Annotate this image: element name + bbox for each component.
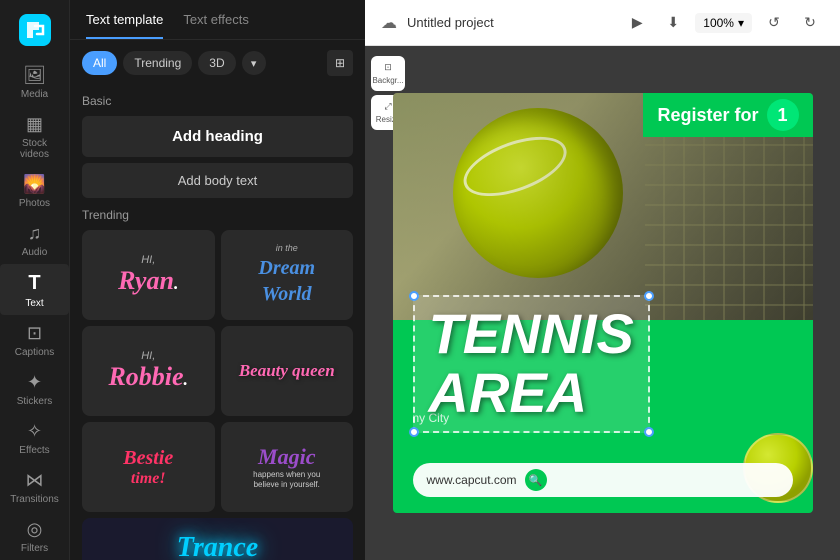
header-bar: Register for 1	[643, 93, 812, 137]
zoom-chevron-icon: ▾	[738, 16, 744, 30]
trending-item-hi-ryan[interactable]: HI, Ryan.	[82, 230, 215, 320]
trance-label: Trance	[177, 532, 258, 560]
sidebar-item-transitions[interactable]: ⋈ Transitions	[0, 462, 69, 511]
url-text: www.capcut.com	[427, 473, 517, 487]
undo-button[interactable]: ↺	[760, 9, 788, 37]
sidebar-label-media: Media	[21, 89, 48, 100]
transitions-icon: ⋈	[26, 470, 44, 491]
filter-more-button[interactable]: ▾	[242, 51, 266, 75]
zoom-value: 100%	[703, 16, 734, 30]
project-title: Untitled project	[407, 15, 613, 30]
background-icon: ⊡	[384, 62, 392, 73]
trending-item-trance[interactable]: Trance	[82, 518, 353, 560]
audio-icon: ♫	[28, 223, 42, 244]
panel-tabs: Text template Text effects	[70, 0, 365, 40]
sidebar-item-text[interactable]: T Text	[0, 264, 69, 315]
tab-text-effects[interactable]: Text effects	[183, 12, 249, 39]
export-button[interactable]: ⬇	[659, 9, 687, 37]
photos-icon: 🌄	[23, 174, 45, 195]
sidebar-label-filters: Filters	[21, 543, 48, 554]
sidebar-item-stock-videos[interactable]: ▦ Stockvideos	[0, 106, 69, 166]
background-tool[interactable]: ⊡ Backgr...	[371, 56, 405, 91]
url-bar-area: www.capcut.com 🔍	[413, 463, 793, 497]
sidebar-label-photos: Photos	[19, 198, 50, 209]
play-button[interactable]: ▶	[623, 9, 651, 37]
cloud-icon: ☁	[381, 13, 397, 33]
sidebar-item-photos[interactable]: 🌄 Photos	[0, 166, 69, 215]
trending-grid: HI, Ryan. in the Dream World HI,	[82, 230, 353, 512]
filter-3d[interactable]: 3D	[198, 51, 235, 75]
add-heading-button[interactable]: Add heading	[82, 116, 353, 157]
handle-tl	[409, 291, 419, 301]
trending-item-dream-world[interactable]: in the Dream World	[221, 230, 354, 320]
logo[interactable]	[13, 8, 57, 51]
sidebar-item-effects[interactable]: ✧ Effects	[0, 413, 69, 462]
media-icon: 🖼	[23, 65, 46, 86]
sidebar-label-transitions: Transitions	[10, 494, 59, 505]
filter-all[interactable]: All	[82, 51, 117, 75]
background-label: Backgr...	[372, 76, 403, 85]
sidebar-label-stock: Stockvideos	[20, 138, 49, 160]
sidebar-item-filters[interactable]: ◎ Filters	[0, 511, 69, 560]
topbar-controls: ▶ ⬇ 100% ▾ ↺ ↻	[623, 9, 824, 37]
panel-content: Basic Add heading Add body text Trending…	[70, 86, 365, 560]
text-icon: T	[28, 272, 40, 295]
sidebar-item-stickers[interactable]: ✦ Stickers	[0, 364, 69, 413]
resize-icon: ⤢	[384, 101, 391, 112]
sidebar-item-captions[interactable]: ⊡ Captions	[0, 315, 69, 364]
url-bar: www.capcut.com 🔍	[413, 463, 793, 497]
tennis-text: TENNIS AREA	[429, 305, 634, 423]
add-body-button[interactable]: Add body text	[82, 163, 353, 198]
trending-item-hi-robbie[interactable]: HI, Robbie.	[82, 326, 215, 416]
header-circle: 1	[767, 99, 799, 131]
sidebar-label-stickers: Stickers	[17, 396, 53, 407]
sidebar-label-audio: Audio	[22, 247, 48, 258]
redo-button[interactable]: ↻	[796, 9, 824, 37]
captions-icon: ⊡	[27, 323, 42, 344]
handle-bl	[409, 427, 419, 437]
tab-text-template[interactable]: Text template	[86, 12, 163, 39]
sidebar-label-effects: Effects	[19, 445, 49, 456]
filters-icon: ◎	[27, 519, 43, 540]
zoom-control[interactable]: 100% ▾	[695, 13, 752, 33]
sidebar: 🖼 Media ▦ Stockvideos 🌄 Photos ♫ Audio T…	[0, 0, 70, 560]
header-text: Register for	[657, 105, 758, 126]
canvas-area: ⊡ Backgr... ⤢ Resize Register for 1	[365, 46, 840, 560]
stickers-icon: ✦	[27, 372, 42, 393]
trending-item-magic[interactable]: Magic happens when youbelieve in yoursel…	[221, 422, 354, 512]
effects-icon: ✧	[27, 421, 42, 442]
panel: Text template Text effects All Trending …	[70, 0, 365, 560]
filter-trending[interactable]: Trending	[123, 51, 192, 75]
topbar: ☁ Untitled project ▶ ⬇ 100% ▾ ↺ ↻	[365, 0, 840, 46]
sidebar-item-media[interactable]: 🖼 Media	[0, 57, 69, 106]
trending-item-beauty-queen[interactable]: Beauty queen	[221, 326, 354, 416]
main-area: ☁ Untitled project ▶ ⬇ 100% ▾ ↺ ↻ ⊡ Back…	[365, 0, 840, 560]
handle-br	[644, 427, 654, 437]
sidebar-item-audio[interactable]: ♫ Audio	[0, 215, 69, 264]
stock-videos-icon: ▦	[26, 114, 43, 135]
trending-item-bestie-time[interactable]: Bestie time!	[82, 422, 215, 512]
sidebar-label-text: Text	[25, 298, 43, 309]
tennis-text-selection[interactable]: TENNIS AREA	[413, 295, 650, 433]
filter-bar: All Trending 3D ▾ ⊞	[70, 40, 365, 86]
trending-section-title: Trending	[82, 208, 353, 222]
basic-section-title: Basic	[82, 94, 353, 108]
sidebar-label-captions: Captions	[15, 347, 54, 358]
canvas-preview: Register for 1 ny City TENNIS AREA	[393, 93, 813, 513]
url-search-icon[interactable]: 🔍	[525, 469, 547, 491]
filter-sort-icon[interactable]: ⊞	[327, 50, 353, 76]
